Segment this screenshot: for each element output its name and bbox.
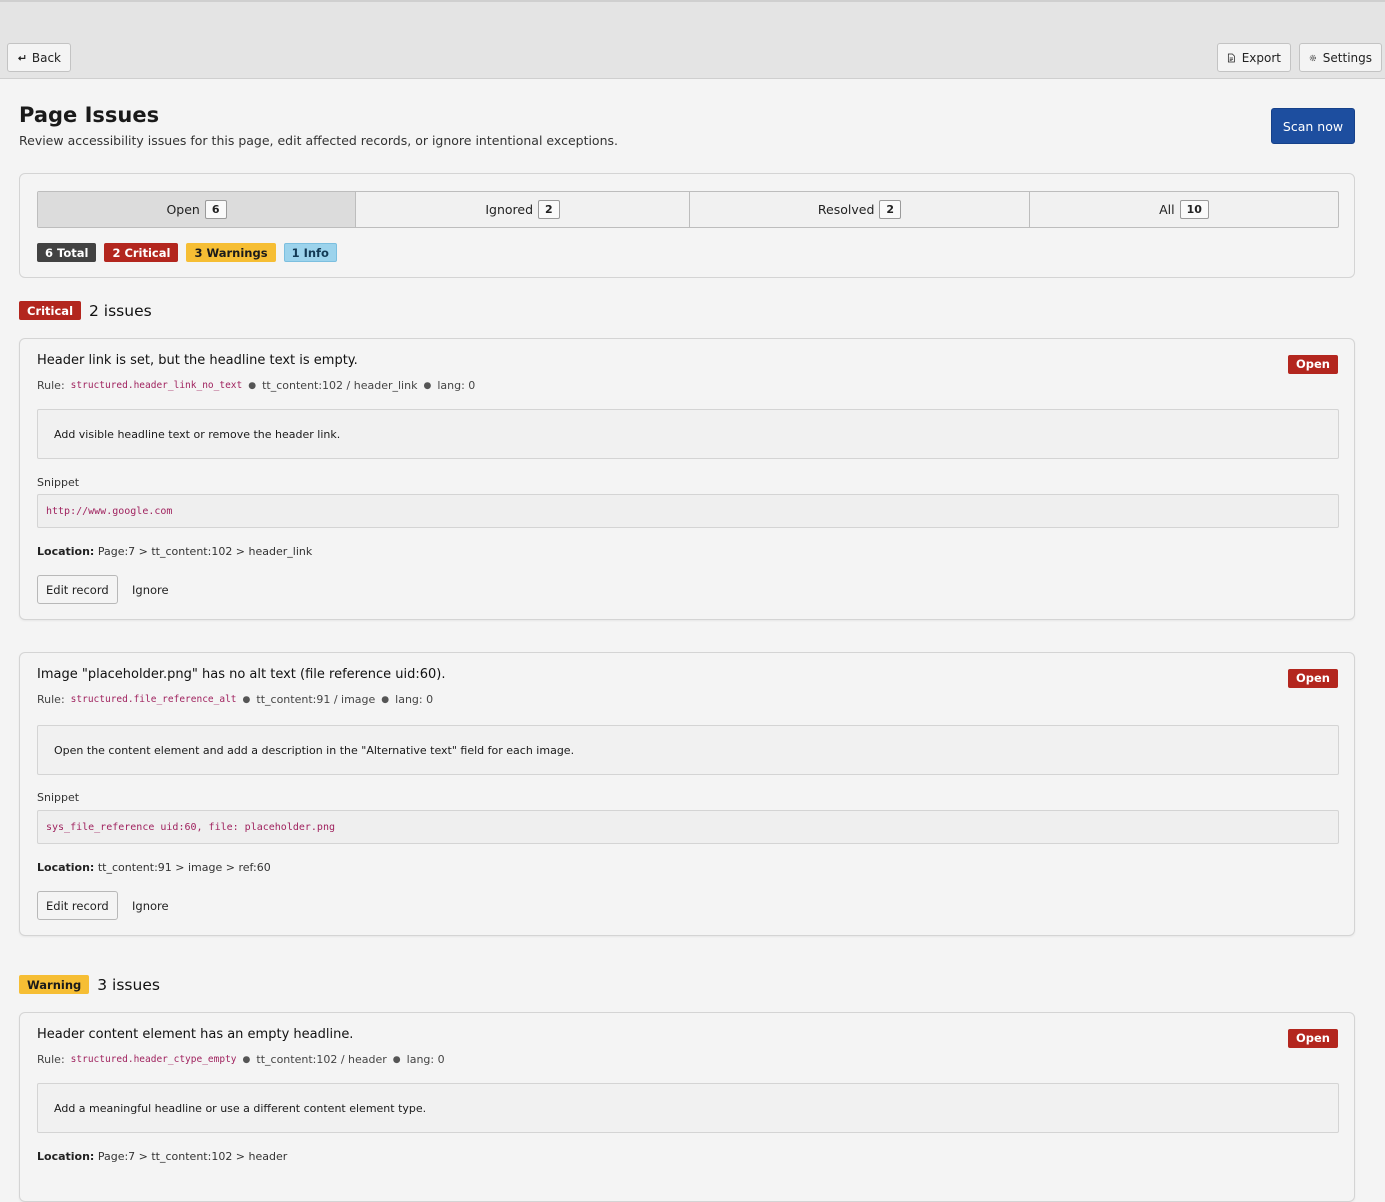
lang-ref: lang: 0 [406,1053,445,1066]
warning-group-header: Warning 3 issues [19,975,160,994]
issue-title: Header link is set, but the headline tex… [37,353,358,368]
lang-ref: lang: 0 [437,379,476,392]
issue-title: Header content element has an empty head… [37,1027,354,1042]
export-document-icon [1227,53,1235,62]
issue-hint: Add a meaningful headline or use a diffe… [37,1083,1339,1133]
severity-badge: Critical [19,301,82,320]
location-path: Page:7 > tt_content:102 > header_link [97,545,313,558]
location-path: tt_content:91 > image > ref:60 [97,861,271,874]
edit-record-button[interactable]: Edit record [37,575,118,604]
ignore-button[interactable]: Ignore [132,891,169,920]
status-badge: Open [1288,669,1338,688]
record-ref: tt_content:102 / header_link [262,379,418,392]
tab-open[interactable]: Open 6 [38,192,356,227]
tab-ignored[interactable]: Ignored 2 [356,192,690,227]
tab-label: All [1159,202,1175,217]
issue-meta: Rule: structured.header_ctype_empty ● tt… [37,1053,445,1066]
tab-count: 10 [1179,200,1209,219]
location: Location: tt_content:91 > image > ref:60 [37,861,271,874]
issue-hint: Open the content element and add a descr… [37,725,1339,775]
location: Location: Page:7 > tt_content:102 > head… [37,545,312,558]
critical-badge: 2 Critical [104,243,179,262]
issue-title: Image "placeholder.png" has no alt text … [37,667,446,682]
summary-badges: 6 Total 2 Critical 3 Warnings 1 Info [37,243,337,262]
snippet-label: Snippet [37,476,80,489]
total-badge: 6 Total [37,243,97,262]
tab-label: Ignored [485,202,534,217]
rule-label: Rule: [37,1053,65,1066]
tab-label: Open [166,202,200,217]
lang-ref: lang: 0 [395,693,434,706]
rule-label: Rule: [37,379,65,392]
issue-meta: Rule: structured.header_link_no_text ● t… [37,379,475,392]
separator-dot: ● [248,380,257,391]
gear-icon [1309,54,1316,61]
tab-resolved[interactable]: Resolved 2 [690,192,1030,227]
location-label: Location: [37,1150,95,1163]
severity-badge: Warning [19,975,90,994]
back-label: Back [31,50,61,65]
separator-dot: ● [423,380,432,391]
issue-meta: Rule: structured.file_reference_alt ● tt… [37,693,433,706]
separator-dot: ● [381,694,390,705]
page-subtitle: Review accessibility issues for this pag… [19,133,618,148]
snippet-box: http://www.google.com [37,494,1339,528]
rule-id: structured.header_ctype_empty [70,1054,237,1065]
settings-button[interactable]: Settings [1299,43,1382,72]
settings-label: Settings [1322,50,1372,65]
location-label: Location: [37,861,95,874]
page-header: Page Issues Review accessibility issues … [19,102,618,148]
location-label: Location: [37,545,95,558]
status-badge: Open [1288,355,1338,374]
issue-card: Image "placeholder.png" has no alt text … [19,652,1355,936]
tab-count: 2 [879,200,902,219]
edit-record-button[interactable]: Edit record [37,891,118,920]
snippet-label: Snippet [37,791,80,804]
record-ref: tt_content:91 / image [256,693,376,706]
snippet-box: sys_file_reference uid:60, file: placeho… [37,810,1339,844]
rule-label: Rule: [37,693,65,706]
separator-dot: ● [242,694,251,705]
rule-id: structured.file_reference_alt [70,694,237,705]
issue-hint: Add visible headline text or remove the … [37,409,1339,459]
issue-card: Header link is set, but the headline tex… [19,338,1355,620]
warnings-badge: 3 Warnings [186,243,276,262]
ignore-button[interactable]: Ignore [132,575,169,604]
top-toolbar: Back Export Settings [0,0,1385,79]
separator-dot: ● [242,1054,251,1065]
critical-group-header: Critical 2 issues [19,301,152,320]
tab-count: 2 [538,200,560,219]
tab-all[interactable]: All 10 [1030,192,1338,227]
location-path: Page:7 > tt_content:102 > header [97,1150,288,1163]
group-count: 2 issues [89,301,152,320]
tab-label: Resolved [817,202,875,217]
status-badge: Open [1288,1029,1338,1048]
export-button[interactable]: Export [1217,43,1291,72]
status-tabs: Open 6 Ignored 2 Resolved 2 All 10 [37,191,1339,228]
export-label: Export [1241,50,1281,65]
filter-panel: Open 6 Ignored 2 Resolved 2 All 10 6 Tot… [19,173,1355,278]
issue-card: Header content element has an empty head… [19,1012,1355,1202]
record-ref: tt_content:102 / header [256,1053,387,1066]
location: Location: Page:7 > tt_content:102 > head… [37,1150,287,1163]
info-badge: 1 Info [283,243,337,262]
separator-dot: ● [392,1054,401,1065]
group-count: 3 issues [97,975,160,994]
rule-id: structured.header_link_no_text [70,380,243,391]
scan-now-button[interactable]: Scan now [1271,108,1355,144]
return-arrow-icon [18,54,26,61]
page-title: Page Issues [19,103,160,127]
back-button[interactable]: Back [7,43,71,72]
tab-count: 6 [204,200,227,219]
